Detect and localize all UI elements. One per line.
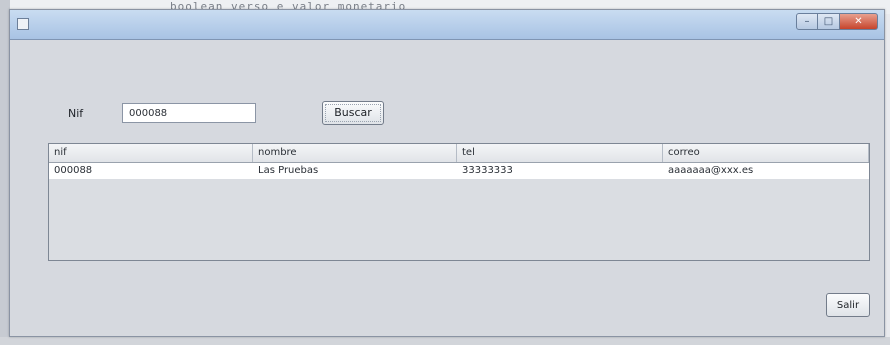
maximize-button[interactable]: □ bbox=[818, 13, 840, 30]
table-body: 000088 Las Pruebas 33333333 aaaaaaa@xxx.… bbox=[49, 163, 869, 179]
nif-label: Nif bbox=[68, 107, 84, 120]
minimize-button[interactable]: – bbox=[796, 13, 818, 30]
column-header-correo[interactable]: correo bbox=[663, 144, 869, 162]
cell-correo: aaaaaaa@xxx.es bbox=[668, 165, 754, 176]
app-window: – □ ✕ Nif Buscar nif nombre tel correo bbox=[9, 9, 885, 337]
column-header-nif[interactable]: nif bbox=[49, 144, 253, 162]
title-bar[interactable]: – □ ✕ bbox=[10, 10, 884, 40]
search-button-label: Buscar bbox=[325, 104, 381, 122]
nif-input[interactable] bbox=[122, 103, 256, 123]
background-bottom-edge bbox=[0, 337, 890, 345]
results-table[interactable]: nif nombre tel correo 000088 Las Pruebas… bbox=[48, 143, 870, 261]
minimize-icon: – bbox=[804, 16, 810, 27]
app-icon bbox=[17, 18, 29, 30]
window-controls: – □ ✕ bbox=[796, 13, 878, 30]
exit-button[interactable]: Salir bbox=[826, 293, 870, 317]
close-icon: ✕ bbox=[854, 16, 863, 27]
maximize-icon: □ bbox=[823, 16, 834, 27]
close-button[interactable]: ✕ bbox=[840, 13, 878, 30]
column-header-nombre[interactable]: nombre bbox=[253, 144, 457, 162]
column-header-tel[interactable]: tel bbox=[457, 144, 663, 162]
cell-nombre: Las Pruebas bbox=[258, 165, 319, 176]
table-row[interactable]: 000088 Las Pruebas 33333333 aaaaaaa@xxx.… bbox=[49, 163, 869, 179]
cell-nif: 000088 bbox=[54, 165, 93, 176]
search-button[interactable]: Buscar bbox=[322, 101, 384, 125]
table-header: nif nombre tel correo bbox=[49, 144, 869, 163]
cell-tel: 33333333 bbox=[462, 165, 513, 176]
content-panel: Nif Buscar nif nombre tel correo 000088 … bbox=[10, 40, 884, 336]
